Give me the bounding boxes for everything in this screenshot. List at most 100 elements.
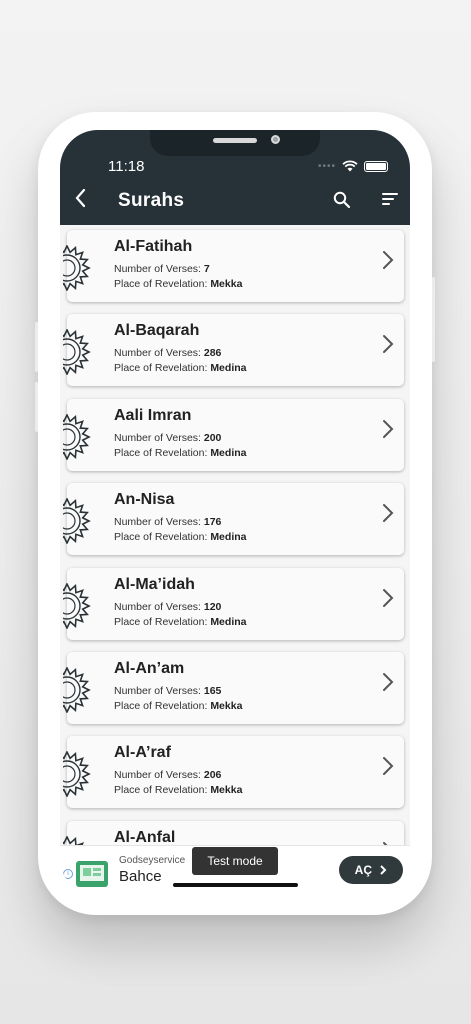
surah-name: Al-Ma’idah — [114, 575, 195, 593]
revelation-value: Medina — [210, 531, 247, 544]
chevron-left-icon — [75, 188, 86, 208]
back-button[interactable] — [74, 188, 94, 214]
surah-card[interactable]: Al-A’raf Number of Verses: 206 Place of Re… — [63, 736, 404, 809]
page-title: Surahs — [118, 190, 185, 211]
revelation-label: Place of Revelation: — [114, 446, 208, 459]
chevron-right-icon — [380, 865, 387, 875]
revelation-label: Place of Revelation: — [114, 362, 208, 375]
ad-logo — [76, 861, 108, 887]
surah-card[interactable]: Al-An’am Number of Verses: 165 Place of Re… — [63, 652, 404, 724]
verse-count: Number of Verses: 120 — [114, 601, 221, 613]
ad-sponsor: Godseyservice — [119, 855, 186, 866]
phone-frame: 11:18 •••• Surahs Al-Fatihah Number of V… — [35, 112, 435, 915]
surah-card[interactable]: An-Nisa Number of Verses: 176 Place of Rev… — [63, 483, 404, 556]
surah-name: An-Nisa — [114, 491, 175, 509]
surah-card[interactable]: Al-AnfalNumber of Verses: Place of Revel… — [63, 820, 404, 845]
camera — [271, 135, 280, 144]
verse-count: Number of Verses: 165 — [114, 685, 221, 697]
verse-count-label: Number of Verses: — [114, 347, 201, 360]
revelation-value: Mekka — [210, 278, 243, 290]
surah-card[interactable]: Al-Baqarah Number of Verses: 286 Place of … — [63, 314, 404, 387]
sort-icon[interactable] — [382, 193, 398, 207]
surah-list: Al-Fatihah Number of Verses: 7 Place of Re… — [60, 225, 410, 845]
surah-name: Al-Fatihah — [114, 238, 193, 255]
surah-card[interactable]: Aali Imran Number of Verses: 200 Place of … — [63, 398, 404, 471]
revelation-label: Place of Revelation: — [114, 784, 208, 797]
medallion-icon — [63, 835, 84, 845]
revelation-value: Medina — [210, 446, 247, 459]
revelation-place: Place of Revelation: Medina — [114, 362, 246, 374]
ad-banner[interactable]: i Godseyservice Bahce Test mode AÇ — [60, 845, 410, 896]
medallion-icon — [63, 329, 91, 376]
ad-open-button[interactable]: AÇ — [339, 856, 403, 884]
app-screen: 11:18 •••• Surahs Al-Fatihah Number of V… — [60, 130, 410, 896]
chevron-right-icon — [383, 673, 394, 691]
revelation-label: Place of Revelation: — [114, 615, 208, 628]
side-button — [432, 277, 435, 362]
side-button — [35, 322, 38, 372]
revelation-place: Place of Revelation: Medina — [114, 447, 246, 459]
verse-count: Number of Verses: 286 — [114, 347, 221, 359]
home-indicator — [173, 883, 298, 887]
verse-count: Number of Verses: 200 — [114, 432, 221, 444]
verse-count-label: Number of Verses: — [114, 263, 201, 275]
verse-count-value: 7 — [203, 263, 210, 275]
speaker — [213, 138, 257, 143]
search-icon[interactable] — [333, 191, 351, 209]
verse-count: Number of Verses: 176 — [114, 516, 221, 528]
verse-count-value: 200 — [203, 431, 222, 444]
verse-count-label: Number of Verses: — [114, 431, 201, 444]
verse-count-value: 120 — [203, 600, 222, 613]
side-button — [35, 382, 38, 432]
surah-name: Al-An’am — [114, 660, 185, 677]
status-icons: •••• — [318, 160, 388, 172]
ad-title: Bahce — [119, 868, 162, 885]
verse-count-value: 165 — [203, 685, 222, 697]
revelation-place: Place of Revelation: Mekka — [114, 784, 242, 796]
revelation-label: Place of Revelation: — [114, 531, 208, 544]
surah-name: Al-Anfal — [114, 828, 176, 845]
verse-count-label: Number of Verses: — [114, 516, 201, 529]
chevron-right-icon — [383, 335, 394, 354]
verse-count-value: 206 — [203, 769, 222, 782]
battery-icon — [364, 160, 388, 172]
ad-info-icon[interactable]: i — [63, 869, 73, 879]
medallion-icon — [63, 245, 91, 291]
verse-count-value: 286 — [203, 347, 222, 360]
verse-count-label: Number of Verses: — [114, 600, 201, 613]
notch — [150, 130, 320, 156]
app-header: 11:18 •••• Surahs — [60, 130, 410, 225]
signal-icon: •••• — [317, 160, 336, 172]
revelation-place: Place of Revelation: Mekka — [114, 278, 242, 290]
revelation-place: Place of Revelation: Medina — [114, 531, 246, 543]
surah-card[interactable]: Al-Fatihah Number of Verses: 7 Place of Re… — [63, 230, 404, 302]
chevron-right-icon — [383, 588, 394, 607]
medallion-icon — [63, 413, 91, 460]
revelation-value: Mekka — [210, 700, 243, 712]
verse-count: Number of Verses: 7 — [114, 263, 210, 275]
verse-count-label: Number of Verses: — [114, 685, 201, 697]
wifi-icon — [342, 160, 358, 172]
verse-count-label: Number of Verses: — [114, 769, 201, 782]
medallion-icon — [63, 751, 91, 798]
revelation-label: Place of Revelation: — [114, 278, 208, 290]
verse-count: Number of Verses: 206 — [114, 769, 221, 781]
surah-card[interactable]: Al-Ma’idah Number of Verses: 120 Place of … — [63, 567, 404, 640]
revelation-value: Mekka — [210, 784, 243, 797]
chevron-right-icon — [383, 757, 394, 776]
medallion-icon — [63, 498, 91, 545]
medallion-icon — [63, 582, 91, 629]
verse-count-value: 176 — [203, 516, 222, 529]
medallion-icon — [63, 667, 91, 713]
revelation-value: Medina — [210, 615, 247, 628]
status-time: 11:18 — [108, 158, 145, 175]
surah-name: Al-A’raf — [114, 744, 171, 762]
revelation-value: Medina — [210, 362, 247, 375]
revelation-place: Place of Revelation: Mekka — [114, 700, 242, 712]
chevron-right-icon — [383, 504, 394, 523]
revelation-place: Place of Revelation: Medina — [114, 616, 246, 628]
surah-name: Aali Imran — [114, 406, 192, 424]
chevron-right-icon — [383, 251, 394, 269]
surah-name: Al-Baqarah — [114, 322, 200, 340]
ad-open-label: AÇ — [354, 863, 372, 877]
